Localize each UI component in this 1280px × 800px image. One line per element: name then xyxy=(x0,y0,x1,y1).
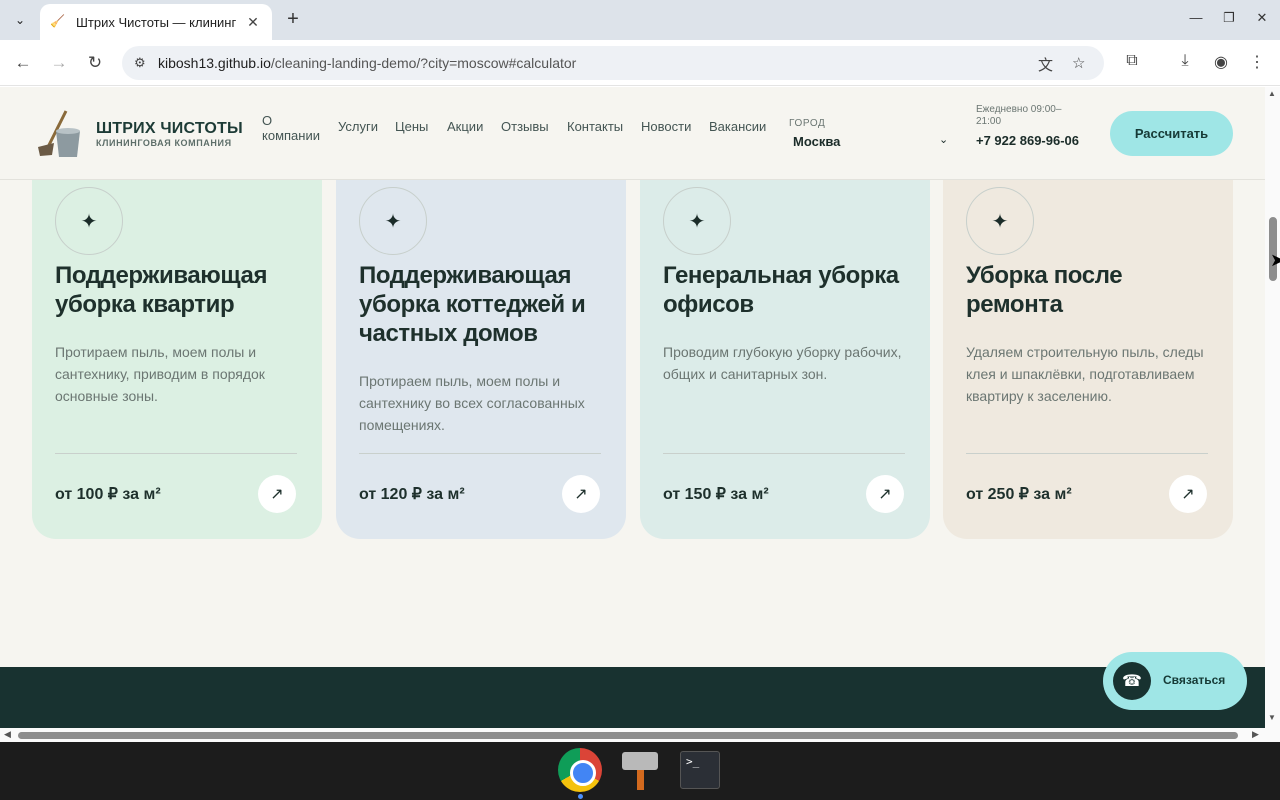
site-header: ШТРИХ ЧИСТОТЫ КЛИНИНГОВАЯ КОМПАНИЯ О ком… xyxy=(0,87,1265,180)
arrow-up-right-icon[interactable]: ↗ xyxy=(1169,475,1207,513)
contact-button[interactable]: ☎ Связаться xyxy=(1103,652,1247,710)
card-title: Генеральная уборка офисов xyxy=(663,262,899,318)
city-label: ГОРОД xyxy=(789,118,826,129)
vertical-scrollbar[interactable]: ▲ ▼ xyxy=(1265,87,1280,728)
card-title: Поддерживающая уборка квартир xyxy=(55,262,268,318)
sparkle-icon: ✦ xyxy=(966,187,1034,255)
scroll-up-arrow-icon[interactable]: ▲ xyxy=(1268,89,1276,98)
tab-title: Штрих Чистоты — клининг xyxy=(76,14,237,30)
card-description: Протираем пыль, моем полы и сантехнику в… xyxy=(359,373,585,433)
card-title: Поддерживающая уборка коттеджей и частны… xyxy=(359,262,586,347)
minimize-icon[interactable]: — xyxy=(1186,10,1206,25)
card-description: Удаляем строительную пыль, следы клея и … xyxy=(966,344,1204,404)
service-card[interactable]: ✦ Поддерживающая уборка квартир Протирае… xyxy=(32,147,322,539)
browser-tab[interactable]: 🧹 Штрих Чистоты — клининг ✕ xyxy=(40,4,272,40)
new-tab-icon[interactable]: + xyxy=(282,9,304,31)
package-manager-icon[interactable] xyxy=(618,748,662,792)
sparkle-icon: ✦ xyxy=(55,187,123,255)
os-taskbar: >_ xyxy=(0,742,1280,800)
service-card[interactable]: ✦ Генеральная уборка офисов Проводим глу… xyxy=(640,147,930,539)
sparkle-icon: ✦ xyxy=(663,187,731,255)
arrow-up-right-icon[interactable]: ↗ xyxy=(866,475,904,513)
card-price: от 250 ₽ за м² xyxy=(966,486,1072,503)
brand-name[interactable]: ШТРИХ ЧИСТОТЫ xyxy=(96,120,243,138)
scroll-down-arrow-icon[interactable]: ▼ xyxy=(1268,713,1276,722)
card-divider xyxy=(55,453,297,454)
tab-search-icon[interactable]: ⌄ xyxy=(8,8,32,32)
sparkle-icon: ✦ xyxy=(359,187,427,255)
nav-link-contacts[interactable]: Контакты xyxy=(567,119,623,134)
card-description: Проводим глубокую уборку рабочих, общих … xyxy=(663,344,902,382)
nav-link-services[interactable]: Услуги xyxy=(338,119,378,134)
restore-icon[interactable]: ❐ xyxy=(1219,10,1239,26)
phone-icon: ☎ xyxy=(1113,662,1151,700)
card-description: Протираем пыль, моем полы и сантехнику, … xyxy=(55,344,265,404)
service-card[interactable]: ✦ Поддерживающая уборка коттеджей и част… xyxy=(336,147,626,539)
phone-link[interactable]: +7 922 869-96-06 xyxy=(976,132,1088,149)
chrome-app-icon[interactable] xyxy=(558,748,602,792)
contact-button-label: Связаться xyxy=(1163,673,1226,687)
card-divider xyxy=(663,453,905,454)
nav-link-vacancies[interactable]: Вакансии xyxy=(709,119,766,134)
card-divider xyxy=(966,453,1208,454)
tab-close-icon[interactable]: ✕ xyxy=(244,13,262,31)
extensions-icon[interactable]: ⧉ xyxy=(1121,52,1143,70)
service-card[interactable]: ✦ Уборка после ремонта Удаляем строитель… xyxy=(943,147,1233,539)
card-title: Уборка после ремонта xyxy=(966,262,1123,318)
vertical-scroll-thumb[interactable] xyxy=(1269,217,1277,281)
nav-link-reviews[interactable]: Отзывы xyxy=(501,119,549,134)
menu-icon[interactable]: ⋮ xyxy=(1246,52,1268,72)
dark-footer-section xyxy=(0,667,1265,728)
horizontal-scrollbar[interactable]: ◀ ▶ xyxy=(0,728,1280,742)
page-viewport: ШТРИХ ЧИСТОТЫ КЛИНИНГОВАЯ КОМПАНИЯ О ком… xyxy=(0,87,1265,728)
card-price: от 150 ₽ за м² xyxy=(663,486,769,503)
bucket-mop-logo-icon xyxy=(38,110,80,157)
chevron-down-icon[interactable]: ⌄ xyxy=(939,133,948,146)
back-icon[interactable]: ← xyxy=(11,51,35,75)
city-select[interactable]: Москва xyxy=(793,134,840,149)
nav-link-prices[interactable]: Цены xyxy=(395,119,428,134)
browser-tab-bar: ⌄ 🧹 Штрих Чистоты — клининг ✕ + — ❐ ✕ xyxy=(0,0,1280,40)
nav-link-about[interactable]: О компании xyxy=(262,113,328,143)
horizontal-scroll-thumb[interactable] xyxy=(18,732,1238,739)
forward-icon[interactable]: → xyxy=(47,51,71,75)
card-divider xyxy=(359,453,601,454)
address-bar[interactable]: ⚙ kibosh13.github.io/cleaning-landing-de… xyxy=(122,46,1104,80)
reload-icon[interactable]: ↻ xyxy=(83,51,107,75)
working-hours: Ежедневно 09:00–21:00 xyxy=(976,104,1062,127)
profile-icon[interactable]: ◉ xyxy=(1210,52,1232,72)
arrow-up-right-icon[interactable]: ↗ xyxy=(258,475,296,513)
scroll-left-arrow-icon[interactable]: ◀ xyxy=(4,729,11,740)
calculate-button[interactable]: Рассчитать xyxy=(1110,111,1233,156)
active-app-indicator xyxy=(578,794,583,799)
card-price: от 120 ₽ за м² xyxy=(359,486,465,503)
url-text: kibosh13.github.io/cleaning-landing-demo… xyxy=(158,55,577,71)
mouse-cursor-icon: ➤ xyxy=(1270,250,1280,270)
download-icon[interactable]: ⤓ xyxy=(1174,52,1196,70)
card-price: от 100 ₽ за м² xyxy=(55,486,161,503)
translate-icon[interactable]: 文 xyxy=(1038,54,1053,75)
browser-toolbar: ← → ↻ ⚙ kibosh13.github.io/cleaning-land… xyxy=(0,40,1280,86)
bookmark-star-icon[interactable]: ☆ xyxy=(1072,54,1085,72)
terminal-icon[interactable]: >_ xyxy=(678,748,722,792)
close-window-icon[interactable]: ✕ xyxy=(1252,10,1272,26)
nav-link-news[interactable]: Новости xyxy=(641,119,691,134)
scroll-right-arrow-icon[interactable]: ▶ xyxy=(1252,729,1259,740)
arrow-up-right-icon[interactable]: ↗ xyxy=(562,475,600,513)
brand-subtitle: КЛИНИНГОВАЯ КОМПАНИЯ xyxy=(96,138,232,148)
site-settings-icon[interactable]: ⚙ xyxy=(134,55,146,71)
nav-link-promos[interactable]: Акции xyxy=(447,119,483,134)
broom-favicon-icon: 🧹 xyxy=(50,14,65,28)
